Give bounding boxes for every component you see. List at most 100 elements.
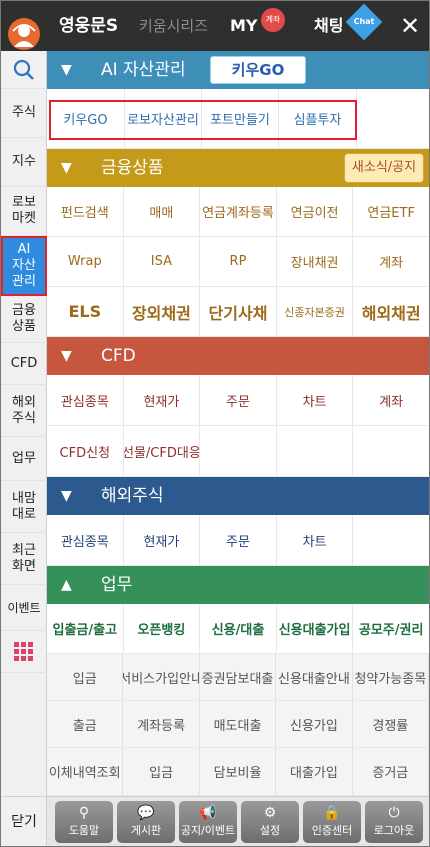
logout-button[interactable]: ⏻ 로그아웃: [365, 801, 423, 843]
tab-my[interactable]: MY: [230, 1, 258, 51]
menu-item[interactable]: 신용대출가입: [277, 604, 354, 653]
app-title: 영웅문S: [59, 16, 119, 36]
sidebar-item-cfd[interactable]: CFD: [1, 343, 47, 385]
sidebar-item-overseas[interactable]: 해외 주식: [1, 385, 47, 437]
sidebar-close-button[interactable]: 닫기: [1, 796, 47, 846]
menu-item[interactable]: 공모주/권리: [353, 604, 429, 653]
section-title-ai: AI 자산관리: [101, 60, 186, 80]
menu-item[interactable]: 입금: [47, 654, 124, 700]
menu-item[interactable]: 차트: [277, 375, 354, 425]
section-header-cfd[interactable]: ▼ CFD: [47, 337, 429, 375]
menu-item[interactable]: 증권담보대출: [200, 654, 277, 700]
section-header-work[interactable]: ▲ 업무: [47, 566, 429, 604]
section-header-overseas[interactable]: ▼ 해외주식: [47, 477, 429, 515]
chevron-down-icon: ▼: [61, 348, 72, 364]
menu-item[interactable]: ISA: [124, 237, 201, 286]
highlight-box: [49, 100, 357, 140]
menu-item[interactable]: 관심종목: [47, 375, 124, 425]
menu-item[interactable]: 대출가입: [276, 748, 353, 795]
close-icon[interactable]: ✕: [393, 1, 427, 51]
tab-chat[interactable]: 채팅: [314, 1, 343, 51]
sidebar-item-stock[interactable]: 주식: [1, 89, 47, 138]
menu-item[interactable]: 연금계좌등록: [200, 187, 277, 236]
menu-item[interactable]: 차트: [277, 515, 354, 565]
menu-item[interactable]: 신종자본증권: [277, 287, 354, 336]
menu-item[interactable]: 입출금/출고: [47, 604, 124, 653]
menu-item[interactable]: 신용대출안내: [276, 654, 353, 700]
work-main-row: 입출금/출고 오픈뱅킹 신용/대출 신용대출가입 공모주/권리: [47, 604, 429, 654]
work-row-1: 입금 서비스가입안내 증권담보대출 신용대출안내 청약가능종목: [47, 654, 429, 701]
finance-row-1: 펀드검색 매매 연금계좌등록 연금이전 연금ETF: [47, 187, 429, 237]
menu-item[interactable]: 계좌: [353, 237, 429, 286]
section-header-finance[interactable]: ▼ 금융상품 새소식/공지: [47, 149, 429, 187]
bottom-bar: ⚲ 도움말 💬 게시판 📢 공지/이벤트 ⚙ 설정 🔒 인증센터 ⏻ 로그아웃: [47, 796, 429, 846]
menu-item[interactable]: 계좌: [353, 375, 429, 425]
menu-item[interactable]: 오픈뱅킹: [124, 604, 201, 653]
menu-item[interactable]: 신용/대출: [200, 604, 277, 653]
menu-item[interactable]: 입금: [123, 748, 200, 795]
chevron-down-icon: ▼: [61, 160, 72, 176]
chevron-down-icon: ▼: [61, 62, 72, 78]
certificate-center-button[interactable]: 🔒 인증센터: [303, 801, 361, 843]
sidebar-item-finance[interactable]: 금융 상품: [1, 296, 47, 343]
menu-item[interactable]: 현재가: [124, 375, 201, 425]
app-window: 영웅문S 키움시리즈 MY 계좌 채팅 Chat ✕ 주식 지수 로보 마켓 A…: [0, 0, 430, 847]
chevron-down-icon: ▼: [61, 488, 72, 504]
menu-item[interactable]: 매매: [124, 187, 201, 236]
menu-item[interactable]: 장외채권: [124, 287, 201, 336]
menu-item[interactable]: Wrap: [47, 237, 124, 286]
cfd-row-2: CFD신청 선물/CFD대응: [47, 426, 429, 477]
menu-item[interactable]: 단기사채: [200, 287, 277, 336]
settings-button[interactable]: ⚙ 설정: [241, 801, 299, 843]
menu-item[interactable]: 담보비율: [200, 748, 277, 795]
sidebar-item-mymenu[interactable]: 내맘 대로: [1, 481, 47, 533]
menu-item[interactable]: ELS: [47, 287, 124, 336]
section-header-ai[interactable]: ▼ AI 자산관리 키우GO: [47, 51, 429, 89]
sidebar-item-event[interactable]: 이벤트: [1, 585, 47, 631]
sidebar-item-ai-asset[interactable]: AI 자산 관리: [1, 236, 47, 296]
chevron-up-icon: ▲: [61, 577, 72, 593]
sidebar-item-index[interactable]: 지수: [1, 138, 47, 187]
menu-item[interactable]: 증거금: [353, 748, 429, 795]
sidebar: 주식 지수 로보 마켓 AI 자산 관리 금융 상품 CFD 해외 주식 업무 …: [1, 51, 47, 846]
kiwoomgo-logo[interactable]: 키우GO: [210, 56, 306, 84]
search-icon[interactable]: [1, 51, 47, 89]
menu-item[interactable]: 장내채권: [277, 237, 354, 286]
sidebar-item-work[interactable]: 업무: [1, 437, 47, 481]
menu-item[interactable]: 경쟁률: [353, 701, 429, 747]
board-button[interactable]: 💬 게시판: [117, 801, 175, 843]
finance-row-3: ELS 장외채권 단기사채 신종자본증권 해외채권: [47, 287, 429, 337]
menu-item[interactable]: 주문: [200, 375, 277, 425]
menu-item[interactable]: 선물/CFD대응: [124, 426, 201, 476]
sidebar-item-recent[interactable]: 최근 화면: [1, 533, 47, 585]
settings-label: 설정: [259, 824, 281, 837]
menu-item[interactable]: 계좌등록: [123, 701, 200, 747]
menu-item[interactable]: 현재가: [124, 515, 201, 565]
menu-item[interactable]: 연금이전: [277, 187, 354, 236]
menu-item[interactable]: 서비스가입안내: [123, 654, 200, 700]
menu-item[interactable]: 청약가능종목: [353, 654, 429, 700]
menu-item[interactable]: 이체내역조회: [47, 748, 124, 795]
menu-content: ▼ AI 자산관리 키우GO 키우GO 로보자산관리 포트만들기 심플투자 ▼ …: [47, 51, 429, 796]
menu-item[interactable]: 매도대출: [200, 701, 277, 747]
help-button[interactable]: ⚲ 도움말: [55, 801, 113, 843]
menu-item[interactable]: 연금ETF: [353, 187, 429, 236]
menu-item[interactable]: 신용가입: [276, 701, 353, 747]
menu-item-empty: [200, 426, 277, 476]
menu-item[interactable]: 출금: [47, 701, 124, 747]
tab-kiwoom-series[interactable]: 키움시리즈: [139, 1, 208, 51]
menu-item[interactable]: 관심종목: [47, 515, 124, 565]
logout-label: 로그아웃: [373, 824, 415, 837]
grid-menu-icon[interactable]: [1, 631, 47, 673]
sidebar-item-robo-market[interactable]: 로보 마켓: [1, 187, 47, 236]
my-account-badge[interactable]: 계좌: [261, 8, 285, 32]
menu-item[interactable]: CFD신청: [47, 426, 124, 476]
menu-item[interactable]: RP: [200, 237, 277, 286]
chat-bubble-icon: 💬: [137, 805, 155, 821]
menu-item[interactable]: 해외채권: [353, 287, 429, 336]
menu-item[interactable]: 펀드검색: [47, 187, 124, 236]
notice-event-button[interactable]: 📢 공지/이벤트: [179, 801, 237, 843]
notice-button[interactable]: 새소식/공지: [344, 153, 424, 183]
menu-item[interactable]: 주문: [200, 515, 277, 565]
finance-row-2: Wrap ISA RP 장내채권 계좌: [47, 237, 429, 287]
